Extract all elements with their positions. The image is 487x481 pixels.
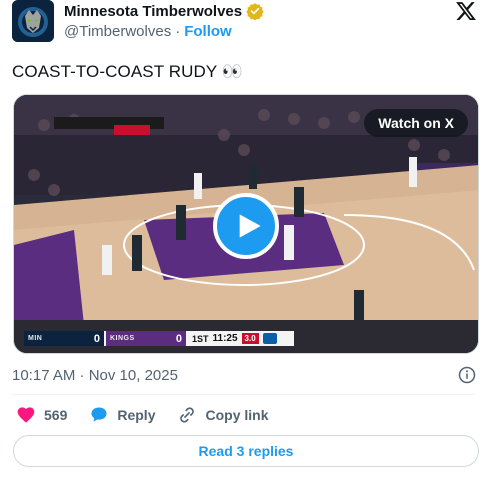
divider xyxy=(12,394,475,395)
tweet-timestamp[interactable]: 10:17 AM · Nov 10, 2025 xyxy=(12,367,178,384)
play-icon xyxy=(239,214,261,238)
away-team-abbr: KINGS xyxy=(110,335,135,342)
x-logo-icon[interactable] xyxy=(455,0,477,22)
follow-button[interactable]: Follow xyxy=(184,23,232,40)
heart-icon xyxy=(17,407,35,423)
timberwolves-logo-icon xyxy=(12,0,54,42)
embedded-tweet: Minnesota Timberwolves @Timberwolves · F… xyxy=(0,0,487,481)
game-clock: 11:25 xyxy=(212,333,238,344)
avatar[interactable] xyxy=(12,0,54,42)
home-score: 0 xyxy=(93,332,100,345)
copy-link-button[interactable]: Copy link xyxy=(177,405,269,425)
home-team-score: MIN 0 xyxy=(24,331,104,346)
read-replies-button[interactable]: Read 3 replies xyxy=(13,435,479,467)
reply-label: Reply xyxy=(117,407,156,423)
reply-bubble-icon xyxy=(91,407,107,422)
verified-gold-badge-icon xyxy=(246,3,264,20)
author-handle[interactable]: @Timberwolves xyxy=(64,23,171,40)
like-button[interactable]: 569 xyxy=(16,405,67,425)
tweet-actions: 569 Reply Copy link xyxy=(16,404,291,426)
network-logo-icon xyxy=(262,333,277,344)
author-display-name[interactable]: Minnesota Timberwolves xyxy=(64,3,242,20)
copy-link-label: Copy link xyxy=(205,407,269,423)
like-count: 569 xyxy=(44,407,68,423)
reply-button[interactable]: Reply xyxy=(89,405,155,425)
info-icon[interactable] xyxy=(458,366,476,384)
home-team-abbr: MIN xyxy=(28,335,43,342)
shot-clock: 3.0 xyxy=(241,333,259,344)
author-handle-row: @Timberwolves · Follow xyxy=(64,23,232,40)
link-icon xyxy=(180,407,195,423)
scoreboard-bar: MIN 0 KINGS 0 1ST 11:25 3.0 xyxy=(24,331,294,346)
game-period: 1ST xyxy=(192,333,209,344)
author-name-row[interactable]: Minnesota Timberwolves xyxy=(64,2,264,20)
video-player[interactable]: Watch on X MIN 0 KINGS 0 1ST 11:25 3.0 xyxy=(13,94,479,354)
away-team-score: KINGS 0 xyxy=(106,331,186,346)
watch-on-x-button[interactable]: Watch on X xyxy=(364,109,468,137)
separator-dot: · xyxy=(175,23,181,40)
away-score: 0 xyxy=(175,332,182,345)
tweet-text: COAST-TO-COAST RUDY 👀 xyxy=(12,62,244,81)
play-button[interactable] xyxy=(213,193,279,259)
